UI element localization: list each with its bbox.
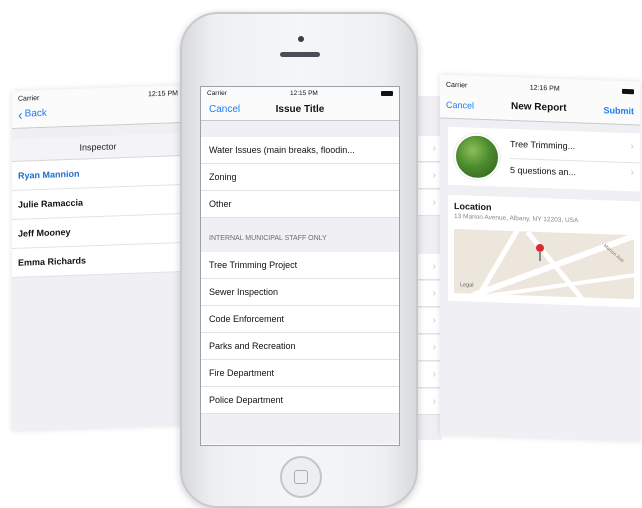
section-header: INTERNAL MUNICIPAL STAFF ONLY <box>201 218 399 252</box>
report-subtitle: 5 questions an... <box>510 164 577 178</box>
empty-area <box>12 271 184 419</box>
battery-icon <box>380 90 393 96</box>
chevron-right-icon: › <box>432 342 436 353</box>
report-title: Tree Trimming... <box>510 138 576 152</box>
map-pin-stick <box>539 250 541 262</box>
status-time: 12:15 PM <box>290 89 318 97</box>
chevron-right-icon: › <box>432 288 436 299</box>
list-item[interactable]: Police Department <box>201 387 399 414</box>
map-legal-link[interactable]: Legal <box>460 282 473 288</box>
status-bar: Carrier 12:15 PM <box>201 87 399 99</box>
report-summary-card[interactable]: Tree Trimming... 5 questions an... › › <box>448 126 640 192</box>
chevron-right-icon: › <box>432 170 436 181</box>
back-chevron-icon: ‹ <box>18 106 23 123</box>
list-item[interactable]: Fire Department <box>201 360 399 387</box>
iphone-device: Carrier 12:15 PM Cancel Issue Title Wate… <box>180 12 418 508</box>
chevron-right-icon: › <box>432 143 436 154</box>
location-card[interactable]: Location 13 Marion Avenue, Albany, NY 12… <box>448 194 640 308</box>
carrier-label: Carrier <box>18 94 40 103</box>
chevron-right-icon: › <box>432 261 436 272</box>
back-label: Back <box>24 107 47 120</box>
app-showcase: Carrier 12:15 PM ‹ Back Inspector Ryan M… <box>0 0 642 508</box>
list-item[interactable]: Water Issues (main breaks, floodin... <box>201 137 399 164</box>
new-report-screen: Carrier 12:16 PM Cancel New Report Submi… <box>440 74 640 442</box>
list-item[interactable]: Code Enforcement <box>201 306 399 333</box>
status-time: 12:15 PM <box>148 89 178 98</box>
chevron-right-icon: › <box>630 167 634 179</box>
location-map[interactable]: Marion Ave Legal <box>454 228 634 300</box>
chevron-right-icon: › <box>630 141 634 153</box>
chevron-right-icon: › <box>432 197 436 208</box>
issue-title-screen: Carrier 12:15 PM Cancel Issue Title Wate… <box>200 86 400 446</box>
home-button[interactable] <box>280 456 322 498</box>
list-item[interactable]: Other <box>201 191 399 218</box>
home-square-icon <box>294 470 308 484</box>
carrier-label: Carrier <box>446 81 468 89</box>
inspector-screen: Carrier 12:15 PM ‹ Back Inspector Ryan M… <box>12 84 184 432</box>
chevron-right-icon: › <box>432 315 436 326</box>
cancel-button[interactable]: Cancel <box>209 104 240 115</box>
list-item[interactable]: Tree Trimming Project <box>201 252 399 279</box>
chevron-right-icon: › <box>432 369 436 380</box>
list-item[interactable]: Parks and Recreation <box>201 333 399 360</box>
nav-bar: Cancel Issue Title <box>201 99 399 121</box>
chevron-right-icon: › <box>432 396 436 407</box>
carrier-label: Carrier <box>207 89 227 97</box>
list-item[interactable]: Sewer Inspection <box>201 279 399 306</box>
status-time: 12:16 PM <box>529 84 560 93</box>
list-item[interactable]: Zoning <box>201 164 399 191</box>
report-photo <box>454 132 500 181</box>
cancel-button[interactable]: Cancel <box>446 99 474 110</box>
battery-icon <box>621 88 634 94</box>
speaker-grille <box>280 52 320 57</box>
camera-icon <box>298 36 304 42</box>
submit-button[interactable]: Submit <box>603 105 634 116</box>
page-title: New Report <box>510 100 567 114</box>
